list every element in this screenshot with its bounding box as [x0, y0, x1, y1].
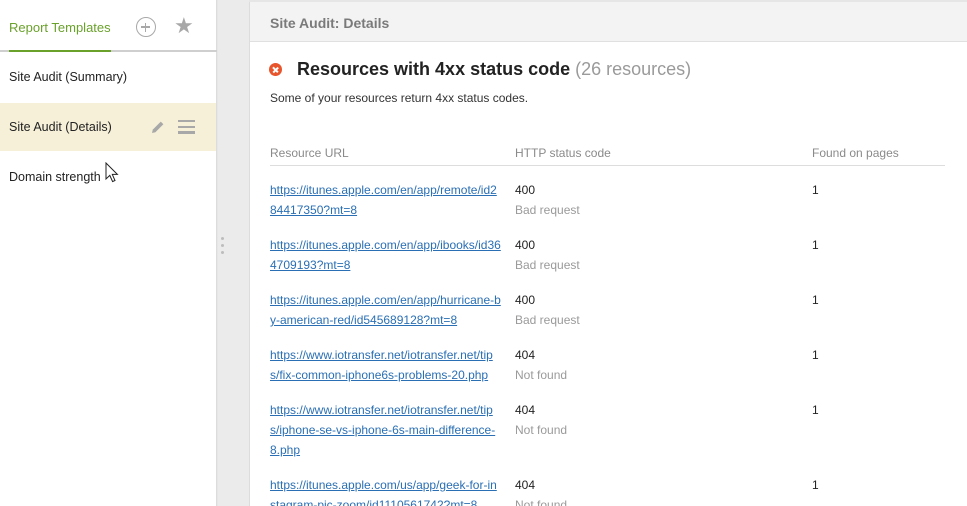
column-header-http-status-code: HTTP status code [515, 146, 611, 160]
found-on-pages-count: 1 [812, 238, 819, 252]
status-code: 400 [515, 183, 536, 197]
page-title: Site Audit: Details [270, 15, 390, 31]
status-description: Not found [515, 498, 568, 506]
status-code: 404 [515, 478, 536, 492]
resource-url-link[interactable]: https://www.iotransfer.net/iotransfer.ne… [270, 345, 502, 385]
resource-url-link[interactable]: https://itunes.apple.com/en/app/remote/i… [270, 180, 502, 220]
column-header-found-on-pages: Found on pages [812, 146, 899, 160]
header-divider [270, 165, 945, 166]
sidebar-item-label: Domain strength [9, 170, 101, 184]
main-header: Site Audit: Details [250, 2, 967, 42]
column-header-resource-url: Resource URL [270, 146, 349, 160]
found-on-pages-count: 1 [812, 348, 819, 362]
status-description: Not found [515, 423, 568, 437]
status-code: 404 [515, 348, 536, 362]
sidebar-item-site-audit-summary[interactable]: Site Audit (Summary) [0, 53, 216, 101]
found-on-pages-count: 1 [812, 478, 819, 492]
found-on-pages-count: 1 [812, 293, 819, 307]
add-circle-icon[interactable] [136, 17, 156, 37]
section-count: (26 resources) [575, 59, 692, 79]
status-description: Bad request [515, 258, 580, 272]
tab-report-templates[interactable]: Report Templates [9, 20, 111, 52]
sidebar-item-site-audit-details[interactable]: Site Audit (Details) [0, 103, 216, 151]
status-description: Not found [515, 368, 568, 382]
section-title-text: Resources with 4xx status code [297, 59, 571, 79]
found-on-pages-count: 1 [812, 183, 819, 197]
pencil-icon[interactable] [150, 119, 166, 135]
main-panel: Site Audit: Details Resources with 4xx s… [249, 2, 967, 506]
splitter-grip-icon[interactable] [221, 237, 224, 255]
status-code: 400 [515, 293, 536, 307]
resource-url-link[interactable]: https://www.iotransfer.net/iotransfer.ne… [270, 400, 502, 460]
resource-url-link[interactable]: https://itunes.apple.com/en/app/hurrican… [270, 290, 502, 330]
resource-url-link[interactable]: https://itunes.apple.com/en/app/ibooks/i… [270, 235, 502, 275]
found-on-pages-count: 1 [812, 403, 819, 417]
section-title: Resources with 4xx status code (26 resou… [297, 59, 691, 80]
status-code: 404 [515, 403, 536, 417]
mouse-cursor-icon [105, 162, 119, 183]
sidebar-item-label: Site Audit (Details) [9, 120, 112, 134]
sidebar: Report Templates ★ Site Audit (Summary) … [0, 0, 217, 506]
star-icon[interactable]: ★ [174, 14, 194, 38]
status-code: 400 [515, 238, 536, 252]
status-description: Bad request [515, 313, 580, 327]
section-description: Some of your resources return 4xx status… [270, 91, 529, 105]
error-icon [269, 63, 282, 76]
status-description: Bad request [515, 203, 580, 217]
sidebar-header: Report Templates ★ [0, 0, 217, 52]
sidebar-item-label: Site Audit (Summary) [9, 70, 128, 84]
resource-url-link[interactable]: https://itunes.apple.com/us/app/geek-for… [270, 475, 502, 506]
menu-icon[interactable] [178, 120, 195, 134]
